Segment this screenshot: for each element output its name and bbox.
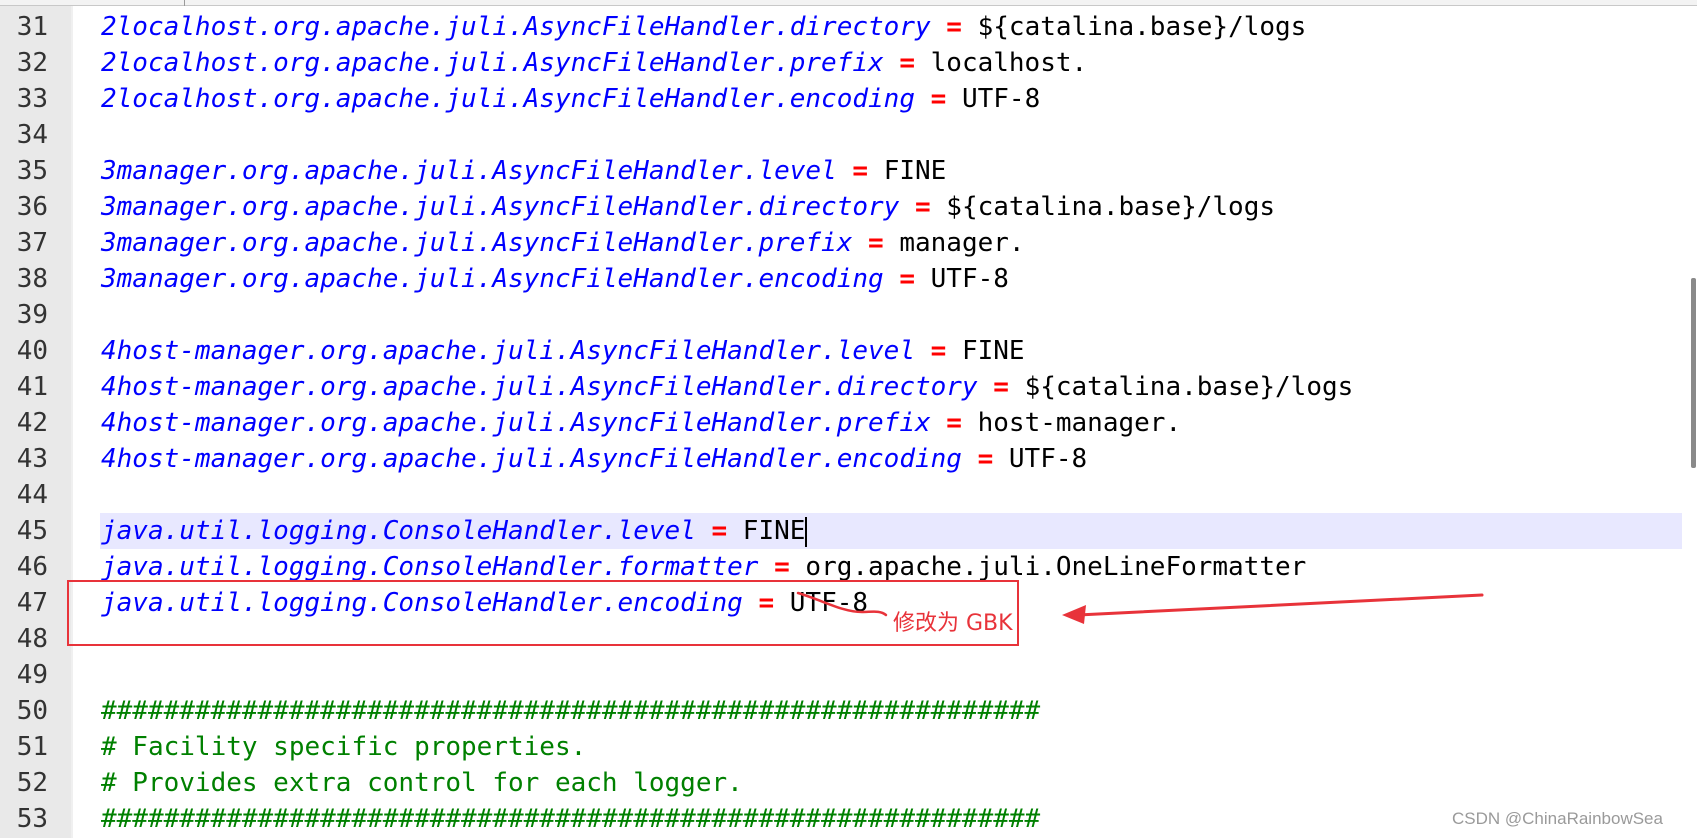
scrollbar-thumb[interactable] — [1691, 278, 1696, 468]
text-editor[interactable]: 31 2localhost.org.apache.juli.AsyncFileHa… — [0, 0, 1697, 838]
arrow-shaft — [1076, 593, 1484, 617]
annotation-layer — [796, 591, 1484, 624]
annotation-label: 修改为 GBK — [893, 611, 1013, 636]
highlight-box — [67, 580, 1019, 646]
arrow-head-icon — [1062, 605, 1086, 624]
watermark: CSDN @ChinaRainbowSea — [1452, 809, 1663, 828]
